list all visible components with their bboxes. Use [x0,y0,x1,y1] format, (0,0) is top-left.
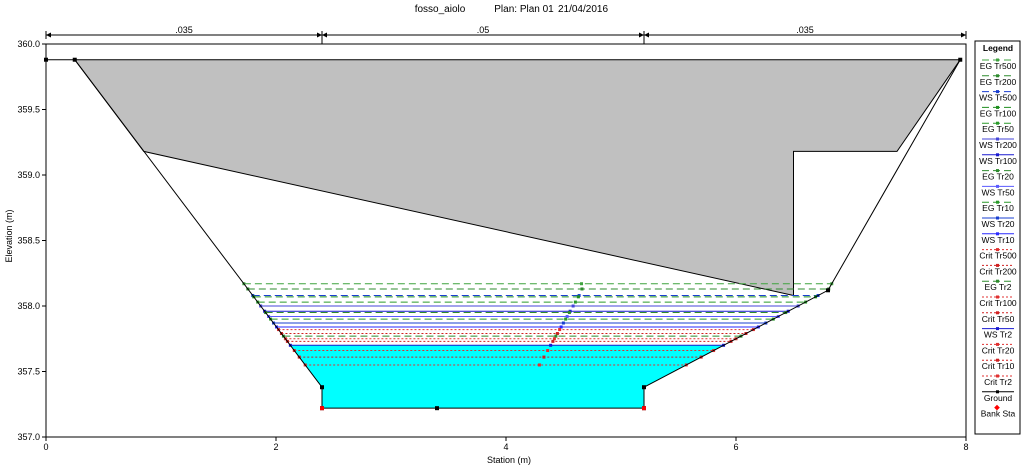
chart-title: fosso_aiolo [415,4,466,15]
legend-label-eg-tr100: EG Tr100 [980,108,1017,118]
mannings-n-arrow [322,32,327,38]
series-point-eg-tr20 [567,311,571,315]
series-point-crit-tr20 [546,349,550,353]
series-point-crit-tr500 [558,328,562,332]
series-point-ws-tr50 [565,314,569,318]
y-tick-label: 357.0 [17,432,40,442]
legend-label-ws-tr10: WS Tr10 [981,235,1014,245]
date-label: 21/04/2016 [558,4,608,15]
legend-label-crit-tr20: Crit Tr20 [982,345,1015,355]
legend-label-crit-tr500: Crit Tr500 [979,251,1017,261]
series-point-crit-tr2 [537,363,541,367]
legend-label-eg-tr500: EG Tr500 [980,61,1017,71]
legend-label-eg-tr200: EG Tr200 [980,77,1017,87]
cross-section-chart: fosso_aiolo Plan: Plan 01 21/04/2016 Sta… [4,4,1021,465]
mannings-n-arrow [639,32,644,38]
x-tick-label: 2 [273,442,278,452]
series-point-ws-tr200 [571,304,575,308]
legend-title: Legend [983,43,1013,53]
y-tick-label: 358.5 [17,236,40,246]
series-point-eg-tr500 [580,282,584,286]
ground-point [958,57,963,62]
mannings-n-label: .035 [175,25,193,35]
mannings-n-arrow [317,32,322,38]
bank-station-point [320,406,324,411]
x-axis-title: Station (m) [487,455,531,465]
y-tick-label: 357.5 [17,367,40,377]
y-axis-title: Elevation (m) [4,209,14,262]
legend-label-crit-tr2: Crit Tr2 [984,377,1012,387]
legend-label-crit-tr10: Crit Tr10 [982,361,1015,371]
legend-label-bank-sta: Bank Sta [981,409,1016,419]
series-point-eg-tr2 [554,334,558,338]
legend-label-crit-tr200: Crit Tr200 [979,266,1017,276]
bridge-deck [73,59,962,297]
y-tick-label: 359.5 [17,105,40,115]
ground-point [72,57,77,62]
series-point-eg-tr50 [573,300,577,304]
legend-label-crit-tr100: Crit Tr100 [979,298,1017,308]
legend-label-eg-tr50: EG Tr50 [982,124,1014,134]
y-tick-label: 358.0 [17,301,40,311]
series-point-eg-tr200 [580,287,584,291]
plan-label: Plan: Plan 01 [494,4,554,15]
x-tick-label: 4 [503,442,508,452]
legend-label-ws-tr20: WS Tr20 [981,219,1014,229]
ground-point [642,385,646,390]
legend-label-eg-tr20: EG Tr20 [982,172,1014,182]
series-point-crit-tr50 [551,339,555,343]
bank-station-point [642,406,646,411]
water-fill-group [290,345,724,409]
series-point-crit-tr100 [552,337,556,341]
series-point-ws-tr10 [559,325,563,329]
mannings-n-label: .05 [477,25,490,35]
ground-point [826,288,830,293]
water-fill [290,345,724,409]
legend-label-ws-tr100: WS Tr100 [979,156,1017,166]
legend-label-ground: Ground [984,393,1013,403]
series-point-eg-tr10 [564,317,568,321]
ground-point [320,385,324,390]
legend-label-ws-tr50: WS Tr50 [981,187,1014,197]
x-tick-label: 8 [963,442,968,452]
legend-label-ws-tr200: WS Tr200 [979,140,1017,150]
x-tick-label: 0 [43,442,48,452]
ground-point [435,406,439,411]
legend-label-ws-tr500: WS Tr500 [979,93,1017,103]
mannings-n-label: .035 [796,25,814,35]
y-tick-label: 360.0 [17,39,40,49]
mannings-n-arrow [961,32,966,38]
series-point-eg-tr100 [576,295,580,299]
series-point-ws-tr2 [549,343,553,347]
legend-label-eg-tr10: EG Tr10 [982,203,1014,213]
legend-label-eg-tr2: EG Tr2 [985,282,1012,292]
legend-label-ws-tr2: WS Tr2 [984,330,1013,340]
legend-label-crit-tr50: Crit Tr50 [982,314,1015,324]
series-point-crit-tr200 [555,332,559,336]
series-point-ws-tr20 [561,321,565,325]
x-tick-label: 6 [733,442,738,452]
mannings-n-arrow [46,32,51,38]
mannings-n-group: .035 .05 .035 [45,25,967,44]
legend: Legend EG Tr500 EG Tr200 WS Tr500 EG Tr100 E… [974,40,1021,435]
series-point-crit-tr10 [542,355,546,359]
y-tick-label: 359.0 [17,170,40,180]
mannings-n-arrow [644,32,649,38]
bridge-deck-group [73,59,962,297]
